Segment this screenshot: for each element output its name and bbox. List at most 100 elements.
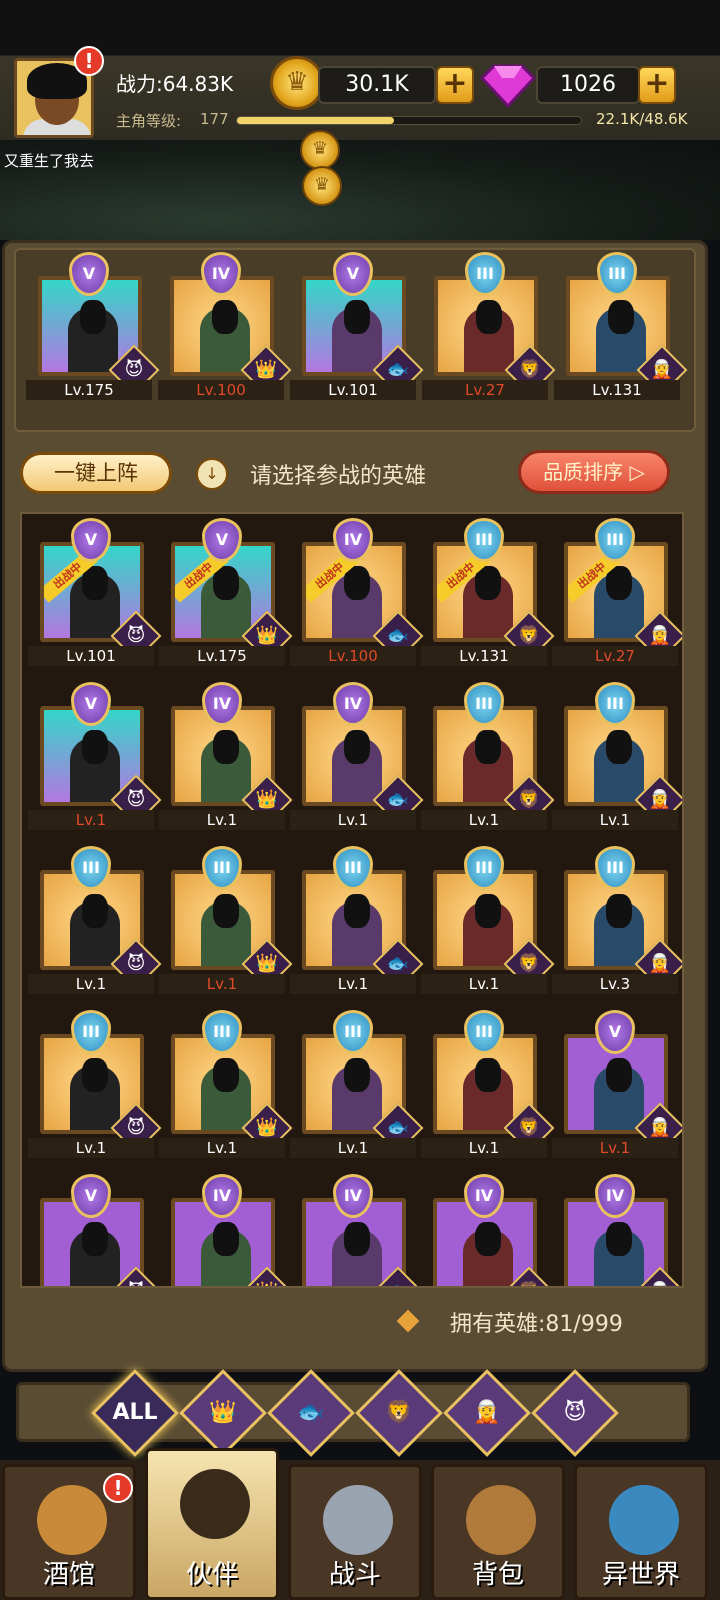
hero-card[interactable]: III 🧝 Lv.1: [552, 678, 682, 830]
hero-card[interactable]: IV 🐟 Lv.1: [290, 678, 424, 830]
hero-card[interactable]: III 😈 Lv.1: [28, 1006, 162, 1158]
hero-card[interactable]: IV 👑 Lv.1: [159, 678, 293, 830]
hero-card[interactable]: IV👑: [159, 1170, 293, 1286]
hero-level: Lv.131: [554, 380, 680, 400]
select-hero-hint: 请选择参战的英雄: [250, 464, 427, 489]
hero-level: Lv.27: [552, 646, 678, 666]
nav-tab-2[interactable]: 战斗: [288, 1464, 422, 1600]
hero-card[interactable]: 出战中 IV 🐟 Lv.100: [290, 514, 424, 666]
nav-tab-label: 异世界: [601, 1560, 680, 1590]
hero-level: Lv.1: [421, 974, 547, 994]
gold-amount: 30.1K: [318, 66, 436, 104]
team-slot-card[interactable]: V 😈 Lv.175: [26, 248, 160, 400]
xp-bar-fill: [237, 117, 394, 124]
add-gold-button[interactable]: +: [436, 66, 474, 104]
hero-card[interactable]: IV🧝: [552, 1170, 682, 1286]
floating-coin-icon: ♛: [302, 166, 342, 206]
hero-head: [608, 300, 634, 334]
nav-tab-label: 酒馆: [42, 1560, 95, 1590]
hero-card[interactable]: III 🦁 Lv.1: [421, 678, 555, 830]
hero-level: Lv.1: [290, 974, 416, 994]
player-level-value: 177: [200, 110, 229, 128]
hero-card[interactable]: III 👑 Lv.1: [159, 842, 293, 994]
hero-card[interactable]: V 😈 Lv.1: [28, 678, 162, 830]
team-slot-card[interactable]: V 🐟 Lv.101: [290, 248, 424, 400]
hero-head: [82, 730, 108, 764]
hero-head: [475, 730, 501, 764]
hero-card[interactable]: 出战中 III 🧝 Lv.27: [552, 514, 682, 666]
quality-sort-button[interactable]: 品质排序 ▷: [518, 450, 670, 494]
floating-coin-icon: ♛: [300, 130, 340, 170]
hero-level: Lv.101: [290, 380, 416, 400]
hero-level: Lv.27: [422, 380, 548, 400]
hero-card[interactable]: III 🐟 Lv.1: [290, 842, 424, 994]
gem-icon: [480, 64, 536, 108]
team-slot-card[interactable]: IV 👑 Lv.100: [158, 248, 292, 400]
hero-card[interactable]: III 😈 Lv.1: [28, 842, 162, 994]
hero-level: Lv.1: [28, 974, 154, 994]
hero-card[interactable]: III 👑 Lv.1: [159, 1006, 293, 1158]
hero-head: [212, 300, 238, 334]
hero-head: [213, 1222, 239, 1256]
beer-mug-icon: [37, 1485, 107, 1555]
nav-tab-1[interactable]: 伙伴: [145, 1448, 279, 1600]
xp-text: 22.1K/48.6K: [596, 110, 688, 128]
hero-card[interactable]: IV🦁: [421, 1170, 555, 1286]
hero-head: [82, 1222, 108, 1256]
hero-level: Lv.131: [421, 646, 547, 666]
hero-level: Lv.1: [290, 1138, 416, 1158]
hero-head: [344, 730, 370, 764]
hero-head: [476, 300, 502, 334]
hero-card[interactable]: V😈: [28, 1170, 162, 1286]
hero-level: Lv.100: [290, 646, 416, 666]
avatar-alert-icon: !: [74, 46, 104, 76]
hero-head: [82, 894, 108, 928]
hero-card[interactable]: III 🧝 Lv.3: [552, 842, 682, 994]
hero-head: [213, 894, 239, 928]
nav-tab-label: 战斗: [328, 1560, 381, 1590]
hero-card[interactable]: 出战中 III 🦁 Lv.131: [421, 514, 555, 666]
one-key-deploy-button[interactable]: 一键上阵: [20, 452, 172, 494]
hero-card[interactable]: 出战中 V 👑 Lv.175: [159, 514, 293, 666]
hero-level: Lv.1: [28, 1138, 154, 1158]
hero-head: [606, 1222, 632, 1256]
team-slot-card[interactable]: III 🧝 Lv.131: [554, 248, 688, 400]
chat-message: 又重生了我去: [4, 152, 95, 170]
hero-head: [475, 894, 501, 928]
nav-tab-3[interactable]: 背包: [431, 1464, 565, 1600]
player-level-label: 主角等级:: [116, 112, 182, 130]
nav-tab-0[interactable]: 酒馆!: [2, 1464, 136, 1600]
hero-card[interactable]: 出战中 V 😈 Lv.101: [28, 514, 162, 666]
hero-head: [606, 730, 632, 764]
add-gems-button[interactable]: +: [638, 66, 676, 104]
team-slot-card[interactable]: III 🦁 Lv.27: [422, 248, 556, 400]
hero-card[interactable]: III 🦁 Lv.1: [421, 1006, 555, 1158]
hero-card[interactable]: V 🧝 Lv.1: [552, 1006, 682, 1158]
hero-head: [344, 894, 370, 928]
gold-coin-icon: ♛: [270, 56, 324, 110]
crossed-swords-icon: [323, 1485, 393, 1555]
power-label: 战力:64.83K: [116, 72, 234, 96]
nav-alert-icon: !: [103, 1473, 133, 1503]
xp-bar: [236, 116, 582, 125]
hero-head: [344, 1222, 370, 1256]
nav-tab-4[interactable]: 异世界: [574, 1464, 708, 1600]
hero-head: [606, 1058, 632, 1092]
hero-level: Lv.1: [159, 974, 285, 994]
hero-grid[interactable]: 出战中 V 😈 Lv.101 出战中 V 👑 Lv.175 出战中 IV 🐟 Lv.100 出战中 III…: [20, 512, 684, 1288]
hero-level: Lv.101: [28, 646, 154, 666]
hero-level: Lv.1: [159, 1138, 285, 1158]
hero-head: [475, 1222, 501, 1256]
download-icon[interactable]: ↓: [196, 458, 228, 490]
hero-card[interactable]: III 🦁 Lv.1: [421, 842, 555, 994]
hero-head: [213, 730, 239, 764]
hero-card[interactable]: III 🐟 Lv.1: [290, 1006, 424, 1158]
hero-level: Lv.3: [552, 974, 678, 994]
nav-tab-label: 背包: [471, 1560, 524, 1590]
hero-head: [82, 1058, 108, 1092]
partner-avatar-icon: [180, 1469, 250, 1539]
hero-card[interactable]: IV🐟: [290, 1170, 424, 1286]
hero-head: [213, 1058, 239, 1092]
background-scenery: [0, 140, 720, 240]
hero-level: Lv.1: [552, 810, 678, 830]
